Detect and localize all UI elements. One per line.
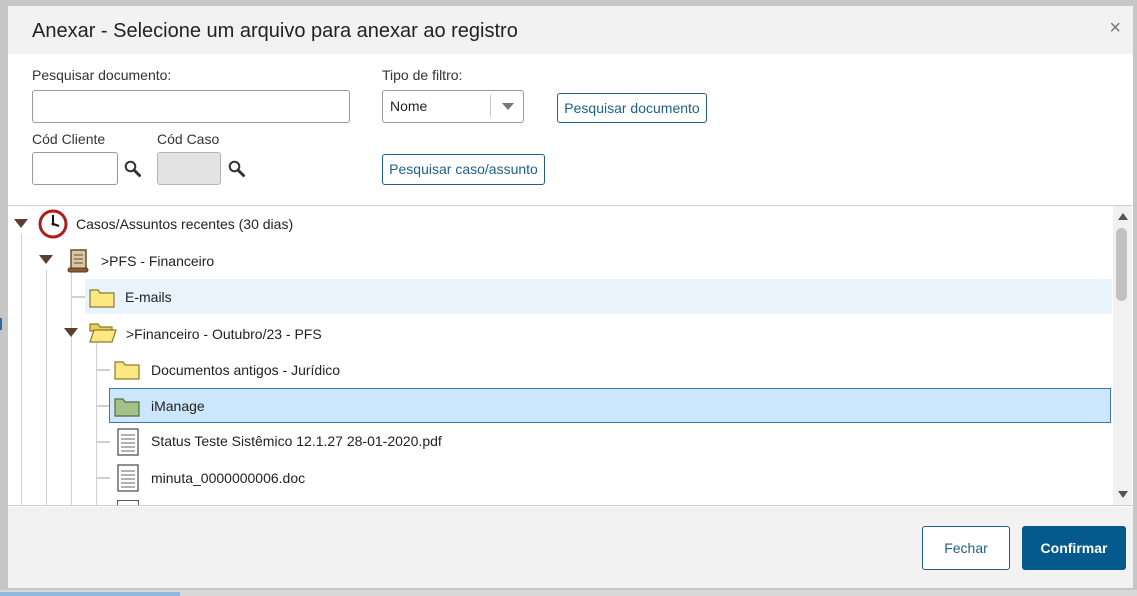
dialog-footer: Fechar Confirmar — [8, 507, 1133, 588]
chevron-down-icon — [502, 103, 514, 110]
filter-type-select[interactable]: Nome — [382, 90, 524, 123]
dialog-header: Anexar - Selecione um arquivo para anexa… — [8, 6, 1133, 54]
case-code-label: Cód Caso — [157, 131, 220, 147]
tree-node-label: Status Teste Sistêmico 12.1.27 28-01-202… — [151, 433, 442, 449]
tree-node-label: minuta_0000000006.doc — [151, 470, 306, 486]
tree-node-label: Casos/Assuntos recentes (30 dias) — [76, 216, 294, 232]
scroll-icon — [67, 249, 89, 273]
filter-type-value: Nome — [390, 98, 428, 114]
scroll-down-icon[interactable] — [1118, 491, 1128, 498]
client-code-input[interactable] — [32, 152, 118, 185]
tree-node-emails[interactable]: E-mails — [85, 279, 1112, 314]
tree-connector — [96, 405, 110, 407]
tree-connector — [21, 234, 22, 505]
expand-arrow-icon[interactable] — [39, 255, 53, 264]
tree-node-label: >Financeiro - Outubro/23 - PFS — [126, 326, 322, 342]
folder-icon — [114, 361, 140, 380]
tree-node-label: iManage — [151, 398, 205, 414]
confirm-button[interactable]: Confirmar — [1022, 526, 1126, 570]
close-icon[interactable]: × — [1109, 17, 1121, 40]
tree-connector — [71, 270, 72, 505]
tree-connector — [96, 477, 110, 479]
document-icon — [117, 464, 139, 492]
tree-node-label: >PFS - Financeiro — [101, 253, 215, 269]
tree-node-label: Documentos antigos - Jurídico — [151, 362, 341, 378]
dialog-title: Anexar - Selecione um arquivo para anexa… — [32, 20, 518, 42]
case-code-input — [157, 152, 221, 185]
tree-connector — [96, 441, 110, 443]
tree-connector — [96, 369, 110, 371]
expand-arrow-icon[interactable] — [14, 219, 28, 228]
search-icon[interactable] — [123, 159, 143, 179]
document-icon — [117, 500, 139, 505]
tree-connector — [96, 343, 97, 505]
attach-dialog: Anexar - Selecione um arquivo para anexa… — [8, 6, 1133, 588]
folder-open-icon — [89, 323, 117, 343]
tree-node-label: E-mails — [125, 289, 172, 305]
folder-icon — [89, 289, 115, 308]
tree-connector — [46, 270, 47, 505]
folder-green-icon — [114, 398, 140, 417]
close-button[interactable]: Fechar — [922, 526, 1010, 570]
background-accent — [0, 318, 2, 330]
scroll-thumb[interactable] — [1116, 228, 1127, 301]
tree-scrollbar[interactable] — [1113, 206, 1132, 505]
select-separator — [490, 95, 491, 117]
clock-icon — [38, 209, 68, 239]
expand-arrow-icon[interactable] — [64, 328, 78, 337]
document-icon — [117, 428, 139, 456]
search-icon[interactable] — [227, 159, 247, 179]
search-case-button[interactable]: Pesquisar caso/assunto — [382, 154, 545, 185]
tree-connector — [71, 296, 85, 298]
document-search-input[interactable] — [32, 90, 350, 123]
filter-type-label: Tipo de filtro: — [382, 67, 463, 83]
background-strip-accent — [0, 592, 180, 596]
file-tree: Casos/Assuntos recentes (30 dias) >PFS -… — [8, 205, 1133, 506]
search-document-button[interactable]: Pesquisar documento — [557, 93, 707, 123]
document-search-label: Pesquisar documento: — [32, 67, 172, 83]
scroll-up-icon[interactable] — [1118, 213, 1128, 220]
client-code-label: Cód Cliente — [32, 131, 106, 147]
tree-node-imanage[interactable]: iManage — [109, 388, 1111, 423]
